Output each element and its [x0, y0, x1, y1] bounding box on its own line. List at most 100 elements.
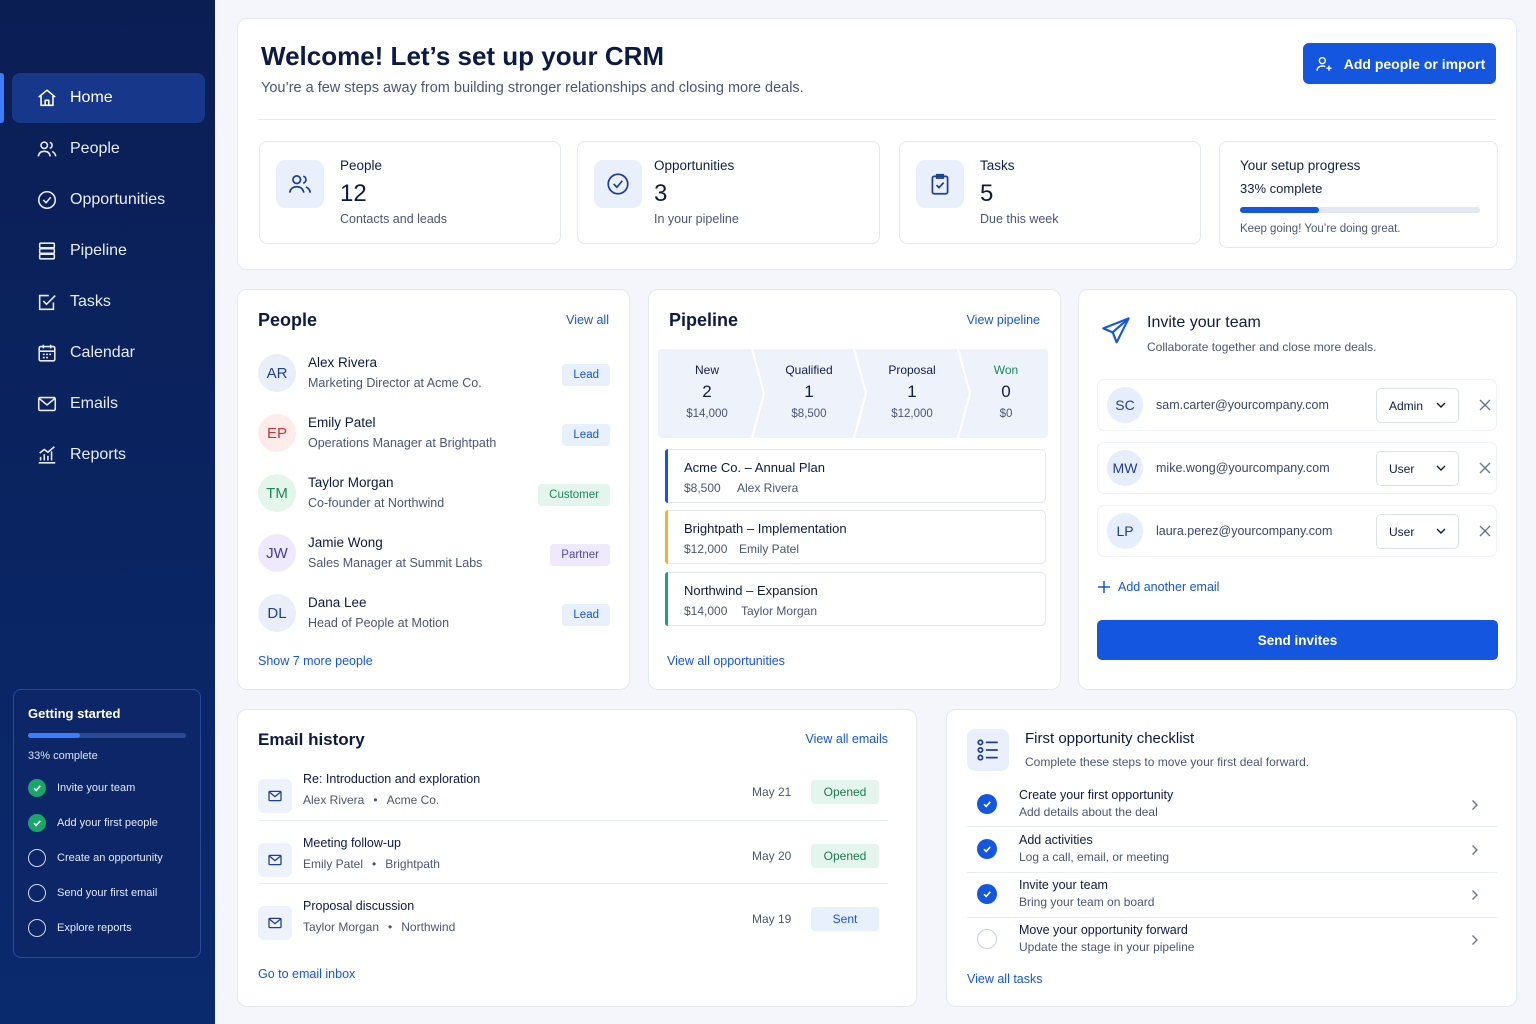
email-date: May 20: [752, 849, 792, 863]
sidebar-item-pipeline[interactable]: Pipeline: [12, 226, 205, 276]
pipeline-stage[interactable]: Proposal 1 $12,000: [860, 349, 964, 438]
view-all-tasks-link[interactable]: View all tasks: [967, 972, 1043, 986]
opportunity-card[interactable]: Acme Co. – Annual Plan $8,500 Alex River…: [665, 449, 1046, 503]
checklist-item[interactable]: Move your opportunity forward Update the…: [967, 919, 1497, 963]
checklist-item-sub: Bring your team on board: [1019, 895, 1155, 909]
stat-label: Tasks: [980, 158, 1015, 173]
email-subject: Re: Introduction and exploration: [303, 772, 481, 786]
person-name: Taylor Morgan: [308, 475, 394, 490]
avatar: DL: [258, 594, 296, 632]
email-subject: Proposal discussion: [303, 899, 415, 913]
status-badge: Customer: [538, 484, 610, 506]
close-icon[interactable]: [1478, 524, 1492, 538]
person-row[interactable]: AR Alex Rivera Marketing Director at Acm…: [258, 351, 610, 401]
stage-amount: $0: [999, 408, 1013, 420]
sidebar-item-home[interactable]: Home: [12, 73, 205, 123]
email-row[interactable]: Proposal discussion Taylor Morgan • Northw…: [258, 899, 888, 959]
opportunity-title: Brightpath – Implementation: [684, 521, 847, 536]
send-invites-button[interactable]: Send invites: [1097, 620, 1498, 660]
row-divider: [967, 917, 1497, 918]
role-select[interactable]: Admin: [1376, 388, 1459, 423]
getting-started-item[interactable]: Add your first people: [28, 814, 186, 832]
sidebar-item-calendar[interactable]: Calendar: [12, 328, 205, 378]
sidebar-item-label: Opportunities: [70, 191, 166, 208]
checklist-item[interactable]: Add activities Log a call, email, or mee…: [967, 829, 1497, 873]
email-inbox-link[interactable]: Go to email inbox: [258, 967, 355, 981]
person-name: Jamie Wong: [308, 535, 383, 550]
opportunity-accent: [665, 572, 668, 626]
stat-card-tasks[interactable]: Tasks 5 Due this week: [899, 141, 1201, 244]
email-row[interactable]: Meeting follow-up Emily Patel • Brightpath…: [258, 836, 888, 896]
status-badge: Lead: [562, 604, 610, 626]
empty-circle-icon: [28, 919, 46, 937]
checklist-item-title: Add activities: [1019, 833, 1093, 847]
stat-card-opportunities[interactable]: Opportunities 3 In your pipeline: [577, 141, 880, 244]
getting-started-item-label: Create an opportunity: [57, 852, 163, 864]
invite-email[interactable]: sam.carter@yourcompany.com: [1156, 398, 1329, 412]
getting-started-item[interactable]: Invite your team: [28, 779, 186, 797]
show-more-people-link[interactable]: Show 7 more people: [258, 654, 373, 668]
getting-started-item-label: Explore reports: [57, 922, 132, 934]
setup-progress-card: Your setup progress 33% complete Keep go…: [1219, 141, 1498, 248]
checkmark-icon: [977, 794, 997, 814]
add-another-email-label: Add another email: [1118, 580, 1220, 594]
invite-email[interactable]: mike.wong@yourcompany.com: [1156, 461, 1330, 475]
view-all-emails-link[interactable]: View all emails: [806, 732, 888, 746]
person-row[interactable]: TM Taylor Morgan Co-founder at Northwind…: [258, 471, 610, 521]
checklist-item[interactable]: Create your first opportunity Add detail…: [967, 784, 1497, 828]
separator-dot: •: [372, 857, 377, 871]
getting-started-item-label: Invite your team: [57, 782, 136, 794]
stage-amount: $8,500: [791, 408, 827, 420]
pipeline-stage[interactable]: Won 0 $0: [964, 349, 1048, 438]
view-pipeline-link[interactable]: View pipeline: [967, 313, 1040, 327]
sidebar-item-tasks[interactable]: Tasks: [12, 277, 205, 327]
add-user-icon: [1315, 56, 1332, 71]
getting-started-item[interactable]: Explore reports: [28, 919, 186, 937]
sidebar-item-label: People: [70, 140, 120, 157]
checkmark-icon: [977, 839, 997, 859]
getting-started-item[interactable]: Send your first email: [28, 884, 186, 902]
add-people-button[interactable]: Add people or import: [1303, 43, 1496, 84]
setup-progress-bar: [1240, 207, 1480, 213]
email-date: May 19: [752, 912, 792, 926]
person-row[interactable]: DL Dana Lee Head of People at Motion Lea…: [258, 591, 610, 641]
opportunity-owner: Alex Rivera: [737, 481, 799, 495]
reports-icon: [38, 446, 56, 464]
add-another-email-button[interactable]: Add another email: [1097, 580, 1219, 594]
sidebar-item-reports[interactable]: Reports: [12, 430, 205, 480]
opportunity-accent: [665, 510, 668, 564]
chevron-right-icon: [1472, 935, 1478, 945]
avatar: EP: [258, 414, 296, 452]
sidebar-item-opportunities[interactable]: Opportunities: [12, 175, 205, 225]
email-history-card: Email history View all emails Re: Introd…: [237, 709, 917, 1007]
empty-circle-icon: [28, 849, 46, 867]
people-view-all-link[interactable]: View all: [566, 313, 609, 327]
email-row[interactable]: Re: Introduction and exploration Alex Ri…: [258, 772, 888, 832]
person-row[interactable]: EP Emily Patel Operations Manager at Bri…: [258, 411, 610, 461]
opportunity-card[interactable]: Brightpath – Implementation $12,000 Emil…: [665, 510, 1046, 564]
opportunity-title: Acme Co. – Annual Plan: [684, 460, 825, 475]
sidebar-item-emails[interactable]: Emails: [12, 379, 205, 429]
people-icon: [276, 160, 324, 208]
getting-started-item[interactable]: Create an opportunity: [28, 849, 186, 867]
row-divider: [967, 872, 1497, 873]
invite-row: SC sam.carter@yourcompany.com Admin: [1097, 379, 1497, 431]
sidebar-item-people[interactable]: People: [12, 124, 205, 174]
close-icon[interactable]: [1478, 398, 1492, 412]
stat-card-people[interactable]: People 12 Contacts and leads: [259, 141, 561, 244]
close-icon[interactable]: [1478, 461, 1492, 475]
row-divider: [258, 883, 888, 884]
opportunity-owner: Taylor Morgan: [741, 604, 818, 618]
pipeline-stage[interactable]: Qualified 1 $8,500: [758, 349, 860, 438]
role-select[interactable]: User: [1376, 451, 1459, 486]
header-divider: [258, 119, 1496, 120]
invite-email[interactable]: laura.perez@yourcompany.com: [1156, 524, 1332, 538]
mail-icon: [258, 906, 292, 940]
checklist-item[interactable]: Invite your team Bring your team on boar…: [967, 874, 1497, 918]
view-all-opportunities-link[interactable]: View all opportunities: [667, 654, 785, 668]
opportunity-card[interactable]: Northwind – Expansion $14,000 Taylor Mor…: [665, 572, 1046, 626]
pipeline-stage[interactable]: New 2 $14,000: [658, 349, 756, 438]
person-row[interactable]: JW Jamie Wong Sales Manager at Summit La…: [258, 531, 610, 581]
status-badge: Opened: [811, 844, 879, 868]
role-select[interactable]: User: [1376, 514, 1459, 549]
